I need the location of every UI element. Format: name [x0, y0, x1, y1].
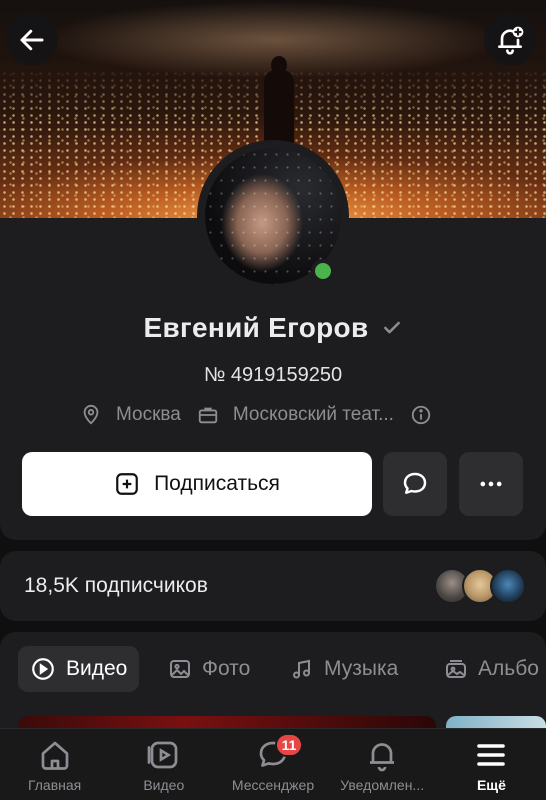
- video-icon: [147, 741, 178, 769]
- work-text: Московский теат...: [232, 404, 394, 425]
- tab-label: Видео: [66, 657, 128, 680]
- play-icon: [32, 658, 54, 680]
- back-button[interactable]: [6, 14, 58, 66]
- subscriber-avatar: [490, 568, 526, 604]
- plus-square-icon: [116, 473, 138, 495]
- tab-video[interactable]: Видео: [18, 646, 140, 692]
- subscriber-avatars: [434, 568, 526, 604]
- bell-icon: [370, 743, 395, 772]
- nav-label: Ещё: [476, 777, 506, 793]
- nav-more[interactable]: Ещё: [437, 729, 546, 800]
- subscribe-label: Подписаться: [154, 472, 280, 495]
- performer-silhouette: [264, 56, 294, 150]
- online-indicator: [311, 259, 335, 283]
- nav-label: Уведомлен...: [340, 777, 425, 793]
- subscribers-count: 18,5K подписчиков: [24, 574, 208, 597]
- tab-label: Фото: [202, 657, 251, 680]
- image-icon: [170, 660, 190, 678]
- album-icon: [446, 660, 466, 678]
- nav-label: Главная: [27, 777, 82, 793]
- more-dots-icon: [480, 481, 502, 487]
- profile-info-row[interactable]: Москва Московский теат...: [78, 402, 478, 428]
- arrow-left-icon: [20, 29, 44, 51]
- profile-id: № 4919159250: [203, 364, 343, 386]
- nav-messenger[interactable]: 11 Мессенджер: [218, 729, 327, 800]
- more-options-button[interactable]: [459, 452, 523, 516]
- nav-label: Мессенджер: [231, 777, 315, 793]
- tab-photo[interactable]: Фото: [168, 646, 250, 692]
- tab-label: Музыка: [324, 657, 399, 680]
- menu-icon: [477, 744, 506, 766]
- nav-notifications[interactable]: Уведомлен...: [328, 729, 437, 800]
- bottom-navigation: Главная Видео 11 Мессенджер Уведомлен...…: [0, 728, 546, 800]
- verified-check-icon: [384, 321, 401, 334]
- home-icon: [41, 741, 68, 770]
- nav-label: Видео: [143, 777, 185, 793]
- tab-albums[interactable]: Альбо: [444, 646, 539, 692]
- tab-music[interactable]: Музыка: [290, 646, 398, 692]
- subscribe-button[interactable]: Подписаться: [22, 452, 372, 516]
- message-button[interactable]: [383, 452, 447, 516]
- location-text: Москва: [116, 404, 181, 425]
- chat-bubble-icon: [403, 472, 427, 494]
- content-tabs: Видео Фото Музыка Альбо: [0, 632, 546, 736]
- nav-home[interactable]: Главная: [0, 729, 109, 800]
- notify-subscribe-button[interactable]: [484, 14, 536, 66]
- profile-name-row: Евгений Егоров: [0, 312, 546, 344]
- tab-label: Альбо: [478, 657, 539, 680]
- profile-name: Евгений Егоров: [143, 312, 369, 343]
- location-pin-icon: [78, 402, 104, 428]
- info-icon[interactable]: [408, 402, 434, 428]
- subscribers-row[interactable]: 18,5K подписчиков: [0, 551, 546, 621]
- unread-badge: 11: [275, 733, 303, 757]
- nav-video[interactable]: Видео: [109, 729, 218, 800]
- briefcase-icon: [195, 402, 221, 428]
- music-note-icon: [293, 659, 310, 679]
- bell-plus-icon: [498, 26, 524, 55]
